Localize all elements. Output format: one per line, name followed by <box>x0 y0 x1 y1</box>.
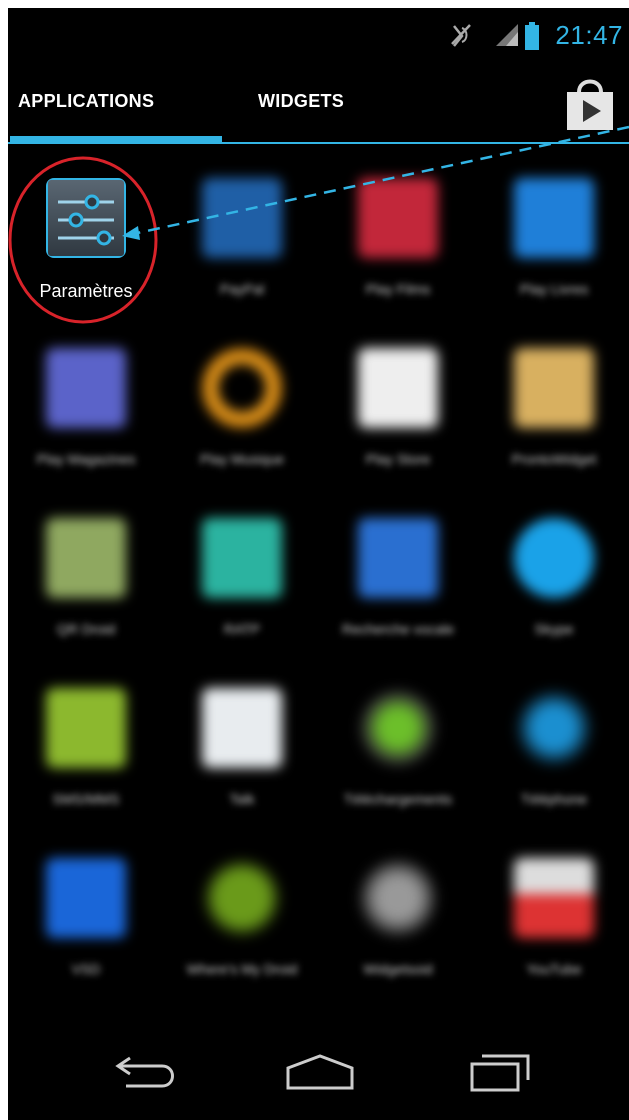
app-drawer-screen: 21:47 APPLICATIONS WIDGETS Paramètres Pa… <box>0 0 629 1120</box>
arrowhead-icon <box>122 226 140 240</box>
pointer-arrow <box>127 125 629 237</box>
annotation-overlay <box>8 125 629 324</box>
highlight-circle <box>8 156 158 324</box>
